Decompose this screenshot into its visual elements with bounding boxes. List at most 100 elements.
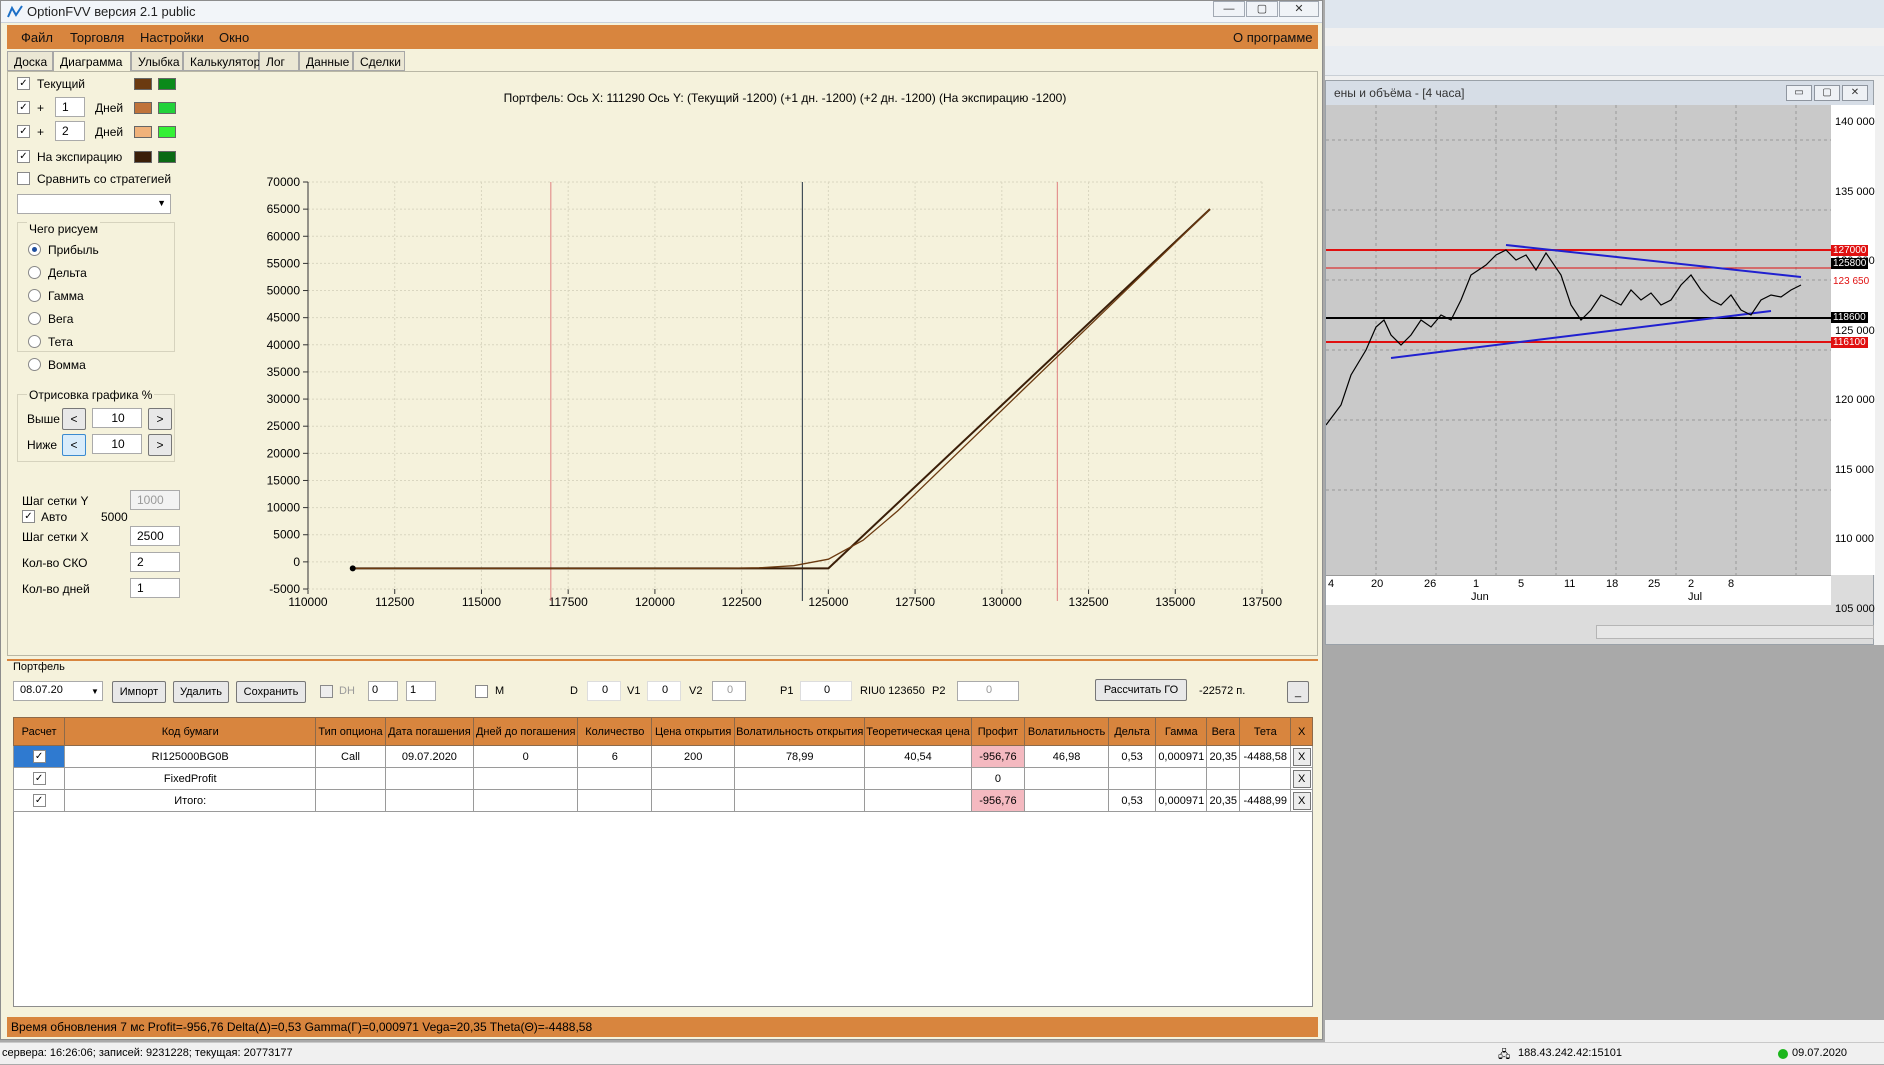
plus2-checkbox[interactable]: ✓	[17, 125, 30, 138]
v2-value[interactable]: 0	[712, 681, 746, 701]
menu-about[interactable]: О программе	[1233, 30, 1313, 45]
cell-gamma[interactable]: 0,000971	[1155, 745, 1208, 768]
col-profit[interactable]: Профит	[970, 717, 1026, 746]
chart-close-button[interactable]: ✕	[1842, 85, 1868, 101]
save-button[interactable]: Сохранить	[236, 681, 306, 703]
tab-log[interactable]: Лог	[259, 51, 299, 71]
window-maximize-button[interactable]: ▢	[1246, 1, 1278, 17]
col-code[interactable]: Код бумаги	[64, 717, 317, 746]
expiration-color-swatch-2[interactable]	[158, 151, 176, 163]
radio-gamma[interactable]	[28, 289, 41, 302]
window-minimize-button[interactable]: —	[1213, 1, 1245, 17]
tab-diagram[interactable]: Диаграмма	[53, 51, 131, 72]
cell-code[interactable]: RI125000BG0B	[64, 745, 317, 768]
window-close-button[interactable]: ✕	[1279, 1, 1319, 17]
plus1-checkbox[interactable]: ✓	[17, 101, 30, 114]
table-row[interactable]: ✓ FixedProfit 0 X	[12, 767, 1313, 790]
radio-vega[interactable]	[28, 312, 41, 325]
radio-delta[interactable]	[28, 266, 41, 279]
d-value[interactable]: 0	[587, 681, 621, 701]
col-open-price[interactable]: Цена открытия	[651, 717, 736, 746]
menu-window[interactable]: Окно	[219, 30, 249, 45]
cell-expiry[interactable]	[384, 767, 474, 790]
radio-theta[interactable]	[28, 335, 41, 348]
tab-deals[interactable]: Сделки	[353, 51, 405, 71]
cell-theta[interactable]	[1239, 767, 1292, 790]
current-color-swatch-2[interactable]	[158, 78, 176, 90]
plus2-color-swatch[interactable]	[134, 126, 152, 138]
p2-value[interactable]: 0	[957, 681, 1019, 701]
row-checkbox[interactable]: ✓	[32, 772, 46, 785]
candlestick-chart[interactable]	[1325, 105, 1831, 575]
col-theta[interactable]: Тета	[1239, 717, 1292, 746]
remove-row-button[interactable]: X	[1292, 791, 1311, 810]
table-row[interactable]: ✓ RI125000BG0B Call 09.07.2020 0 6 200 7…	[12, 745, 1313, 768]
cell-theor-price[interactable]: 40,54	[864, 745, 972, 768]
chart-maximize-button[interactable]: ▢	[1814, 85, 1840, 101]
radio-profit[interactable]	[28, 243, 41, 256]
cell-open-vol[interactable]	[734, 789, 866, 812]
col-gamma[interactable]: Гамма	[1155, 717, 1208, 746]
row-checkbox[interactable]: ✓	[32, 794, 46, 807]
cell-expiry[interactable]: 09.07.2020	[384, 745, 474, 768]
cell-theor-price[interactable]	[864, 789, 972, 812]
cell-gamma[interactable]	[1155, 767, 1208, 790]
dh-spinner-1[interactable]: 0	[368, 681, 398, 701]
cell-code[interactable]: FixedProfit	[64, 767, 317, 790]
cell-open-price[interactable]: 200	[651, 745, 736, 768]
tab-calculator[interactable]: Калькулятор	[183, 51, 260, 71]
col-x[interactable]: X	[1290, 717, 1313, 746]
sko-input[interactable]: 2	[130, 552, 180, 572]
col-theor-price[interactable]: Теоретическая цена	[864, 717, 972, 746]
delete-button[interactable]: Удалить	[173, 681, 229, 703]
col-calc[interactable]: Расчет	[12, 717, 66, 746]
radio-vomma[interactable]	[28, 358, 41, 371]
col-qty[interactable]: Количество	[577, 717, 653, 746]
dh-checkbox[interactable]	[320, 685, 333, 698]
cell-open-price[interactable]	[651, 789, 736, 812]
plus2-color-swatch-2[interactable]	[158, 126, 176, 138]
cell-profit[interactable]: 0	[970, 767, 1026, 790]
cell-qty[interactable]	[577, 767, 653, 790]
import-button[interactable]: Импорт	[112, 681, 166, 703]
auto-checkbox[interactable]: ✓	[22, 510, 35, 523]
below-value[interactable]: 10	[92, 434, 142, 454]
portfolio-date-select[interactable]: 08.07.20	[13, 681, 103, 701]
col-vega[interactable]: Вега	[1206, 717, 1241, 746]
below-decrease-button[interactable]: <	[62, 434, 86, 456]
grid-y-input[interactable]: 1000	[130, 490, 180, 510]
cell-open-price[interactable]	[651, 767, 736, 790]
plus1-days-input[interactable]: 1	[55, 97, 85, 117]
cell-qty[interactable]	[577, 789, 653, 812]
strategy-select[interactable]: ▼	[17, 194, 171, 214]
col-open-vol[interactable]: Волатильность открытия	[734, 717, 866, 746]
col-days[interactable]: Дней до погашения	[472, 717, 579, 746]
cell-vol[interactable]: 46,98	[1024, 745, 1110, 768]
tab-smile[interactable]: Улыбка	[131, 51, 183, 71]
plus1-color-swatch-2[interactable]	[158, 102, 176, 114]
cell-type[interactable]: Call	[315, 745, 386, 768]
cell-open-vol[interactable]: 78,99	[734, 745, 866, 768]
cell-days[interactable]	[472, 767, 579, 790]
dh-spinner-2[interactable]: 1	[406, 681, 436, 701]
above-increase-button[interactable]: >	[148, 408, 172, 430]
cell-delta[interactable]	[1108, 767, 1157, 790]
cell-theta[interactable]: -4488,99	[1239, 789, 1292, 812]
calc-go-button[interactable]: Рассчитать ГО	[1095, 679, 1187, 701]
portfolio-minimize-button[interactable]: _	[1287, 681, 1309, 703]
cell-vega[interactable]: 20,35	[1206, 745, 1241, 768]
grid-x-input[interactable]: 2500	[130, 526, 180, 546]
col-delta[interactable]: Дельта	[1108, 717, 1157, 746]
cell-qty[interactable]: 6	[577, 745, 653, 768]
above-value[interactable]: 10	[92, 408, 142, 428]
m-checkbox[interactable]	[475, 685, 488, 698]
row-checkbox[interactable]: ✓	[32, 750, 46, 763]
cell-theor-price[interactable]	[864, 767, 972, 790]
menu-settings[interactable]: Настройки	[140, 30, 204, 45]
cell-profit[interactable]: -956,76	[970, 745, 1026, 768]
expiration-checkbox[interactable]: ✓	[17, 150, 30, 163]
cell-vega[interactable]	[1206, 767, 1241, 790]
chart-horizontal-scrollbar[interactable]	[1596, 625, 1874, 639]
compare-checkbox[interactable]	[17, 172, 30, 185]
cell-vega[interactable]: 20,35	[1206, 789, 1241, 812]
